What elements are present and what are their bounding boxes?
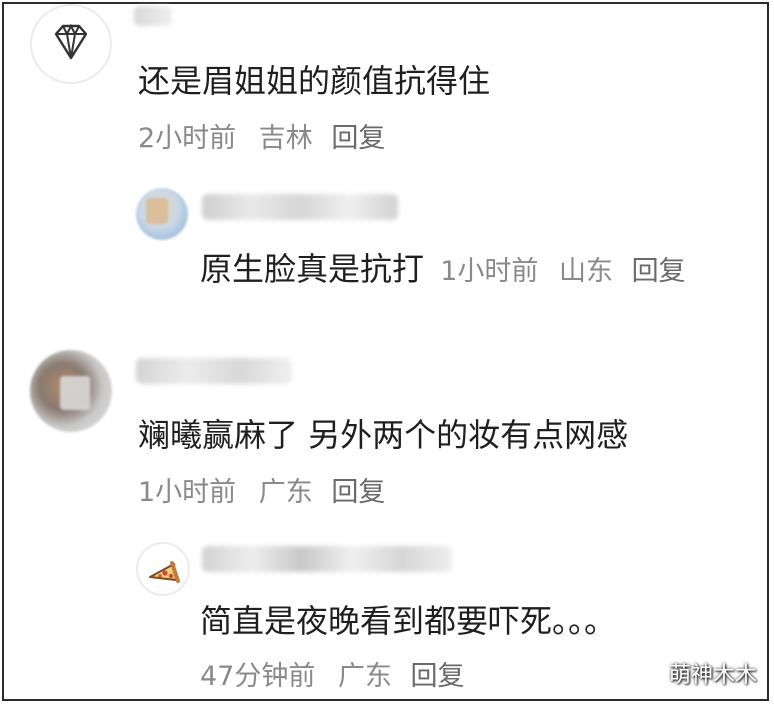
comment-meta: 2小时前 吉林 回复 (138, 116, 385, 155)
avatar[interactable] (136, 188, 188, 240)
comment-time: 2小时前 (138, 123, 237, 154)
reply-button[interactable]: 回复 (632, 256, 686, 287)
reply-time: 1小时前 (440, 256, 539, 287)
username-redacted[interactable] (202, 194, 398, 220)
reply-time: 47分钟前 (200, 661, 316, 692)
reply-location: 山东 (558, 256, 613, 287)
reply-location: 广东 (337, 661, 392, 692)
comment-text: 斓曦赢麻了 另外两个的妆有点网感 (138, 416, 629, 454)
avatar[interactable] (30, 4, 112, 84)
username-redacted[interactable] (134, 6, 172, 26)
pizza-icon (149, 561, 180, 583)
reply-button[interactable]: 回复 (331, 123, 385, 154)
avatar[interactable] (30, 350, 112, 432)
reply-meta: 47分钟前 广东 回复 (200, 654, 465, 693)
diamond-icon (54, 23, 88, 60)
username-redacted[interactable] (202, 546, 452, 572)
reply-button[interactable]: 回复 (331, 477, 385, 508)
avatar[interactable] (136, 542, 190, 596)
reply-button[interactable]: 回复 (411, 661, 465, 692)
blurred-photo (146, 198, 168, 224)
username-redacted[interactable] (136, 358, 292, 384)
reply-content: 简直是夜晚看到都要吓死。。。 (200, 602, 617, 640)
watermark: 萌神木木 (668, 663, 757, 688)
comment-text: 还是眉姐姐的颜值抗得住 (138, 62, 491, 100)
blurred-photo (60, 376, 90, 410)
comment-location: 吉林 (258, 123, 313, 154)
reply-content: 原生脸真是抗打 (200, 250, 425, 288)
comment-location: 广东 (258, 477, 313, 508)
comment-time: 1小时前 (138, 477, 237, 508)
reply-meta: 1小时前 山东 回复 (440, 256, 685, 287)
comment-meta: 1小时前 广东 回复 (138, 470, 385, 509)
comment-thread: 还是眉姐姐的颜值抗得住 2小时前 吉林 回复 原生脸真是抗打 1小时前 山东 回… (2, 2, 769, 701)
reply-text: 原生脸真是抗打 1小时前 山东 回复 (200, 244, 686, 290)
